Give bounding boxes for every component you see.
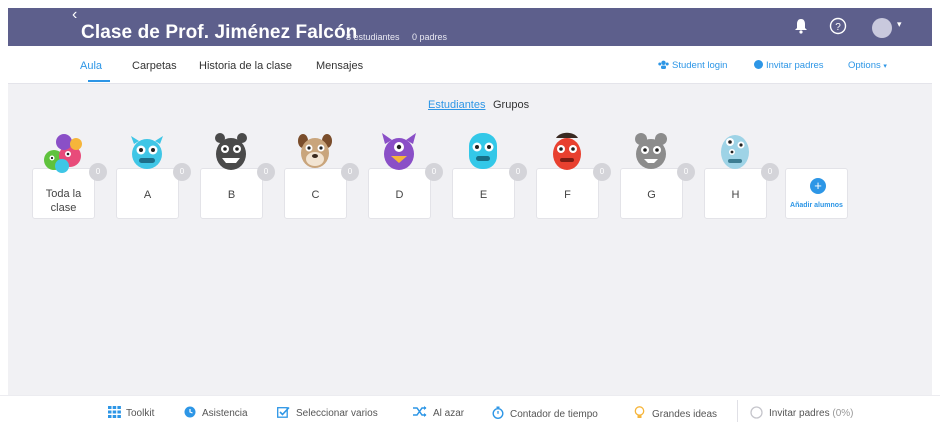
card-name: G — [647, 189, 656, 201]
card-student-c[interactable]: C — [284, 168, 347, 219]
grid-icon — [108, 406, 121, 418]
big-ideas-label: Grandes ideas — [652, 409, 718, 420]
card-student-b[interactable]: B — [200, 168, 263, 219]
card-name: E — [479, 189, 488, 201]
options-menu[interactable]: Options ▾ — [848, 60, 887, 71]
back-icon[interactable]: ‹ — [72, 6, 77, 24]
user-avatar[interactable] — [872, 18, 892, 38]
bottom-toolbar: Toolkit Asistencia Seleccionar varios Al… — [0, 395, 940, 425]
select-multiple-label: Seleccionar varios — [296, 408, 378, 419]
monster-avatar-icon — [553, 132, 581, 170]
tab-mensajes[interactable]: Mensajes — [316, 60, 363, 72]
points-badge: 0 — [173, 163, 191, 181]
students-count: 8 estudiantes — [346, 32, 400, 42]
student-login-label: Student login — [672, 60, 728, 71]
stopwatch-icon — [492, 406, 504, 420]
avatar-caret-icon[interactable]: ▾ — [897, 19, 902, 30]
toolkit-label: Toolkit — [126, 408, 155, 419]
whole-class-avatar-icon — [44, 134, 82, 173]
invite-parents-link[interactable]: Invitar padres — [754, 60, 824, 71]
attendance-button[interactable]: Asistencia — [184, 406, 248, 419]
points-badge: 0 — [509, 163, 527, 181]
student-login-link[interactable]: Student login — [658, 60, 727, 71]
monster-avatar-icon — [469, 133, 497, 169]
lightbulb-icon — [634, 406, 645, 418]
tab-carpetas[interactable]: Carpetas — [132, 60, 177, 72]
toggle-students[interactable]: Estudiantes — [428, 99, 485, 111]
add-students-label: Añadir alumnos — [790, 202, 843, 209]
timer-label: Contador de tiempo — [510, 409, 598, 420]
attendance-icon — [184, 406, 196, 418]
class-header: ‹ Clase de Prof. Jiménez Falcón 8 estudi… — [8, 6, 932, 46]
tab-historia[interactable]: Historia de la clase — [199, 60, 292, 72]
card-name: C — [311, 189, 320, 201]
points-badge: 0 — [425, 163, 443, 181]
points-badge: 0 — [677, 163, 695, 181]
active-tab-indicator — [88, 80, 110, 82]
tab-aula[interactable]: Aula — [80, 60, 102, 72]
invite-percent: (0%) — [832, 408, 854, 419]
students-icon — [658, 60, 669, 69]
checkbox-icon — [277, 406, 290, 418]
monster-avatar-icon — [215, 133, 247, 170]
card-student-h[interactable]: H — [704, 168, 767, 219]
progress-ring-icon — [750, 406, 763, 419]
monster-avatar-icon — [298, 134, 332, 168]
card-student-f[interactable]: F — [536, 168, 599, 219]
toolkit-button[interactable]: Toolkit — [108, 406, 154, 419]
monster-avatar-icon — [382, 133, 416, 170]
points-badge: 0 — [761, 163, 779, 181]
chevron-down-icon: ▾ — [883, 63, 887, 70]
parents-count: 0 padres — [412, 32, 448, 42]
card-name: F — [564, 189, 571, 201]
card-student-a[interactable]: A — [116, 168, 179, 219]
class-nav: Aula Carpetas Historia de la clase Mensa… — [8, 46, 932, 84]
points-badge: 0 — [89, 163, 107, 181]
bell-icon[interactable] — [794, 18, 808, 34]
card-student-e[interactable]: E — [452, 168, 515, 219]
invite-parents-progress[interactable]: Invitar padres (0%) — [750, 406, 854, 419]
help-icon[interactable]: ? — [829, 17, 847, 35]
big-ideas-button[interactable]: Grandes ideas — [634, 406, 717, 420]
toolbar-divider — [737, 400, 738, 422]
plus-icon: + — [810, 178, 826, 194]
points-badge: 0 — [593, 163, 611, 181]
points-badge: 0 — [341, 163, 359, 181]
monster-avatar-icon — [131, 136, 163, 169]
card-name: B — [227, 189, 236, 201]
monster-avatar-icon — [721, 135, 749, 169]
card-student-d[interactable]: D — [368, 168, 431, 219]
card-name: D — [395, 189, 404, 201]
svg-text:?: ? — [835, 22, 841, 33]
toggle-groups[interactable]: Grupos — [493, 99, 529, 111]
random-label: Al azar — [433, 408, 465, 419]
add-students-button[interactable]: + Añadir alumnos — [785, 168, 848, 219]
points-badge: 0 — [257, 163, 275, 181]
random-button[interactable]: Al azar — [413, 406, 464, 419]
card-student-g[interactable]: G — [620, 168, 683, 219]
card-name: H — [731, 189, 740, 201]
invite-parents-label: Invitar padres — [766, 60, 824, 71]
select-multiple-button[interactable]: Seleccionar varios — [277, 406, 378, 419]
monster-avatar-icon — [635, 133, 667, 169]
options-label: Options — [848, 60, 881, 71]
classroom-app: ‹ Clase de Prof. Jiménez Falcón 8 estudi… — [0, 0, 940, 425]
invite-icon — [754, 60, 763, 69]
invite-parents-footer-label: Invitar padres — [769, 408, 830, 419]
timer-button[interactable]: Contador de tiempo — [492, 406, 598, 420]
shuffle-icon — [413, 406, 427, 417]
card-name: Toda la clase — [45, 188, 82, 214]
card-name: A — [143, 189, 152, 201]
class-title: Clase de Prof. Jiménez Falcón — [81, 22, 358, 43]
attendance-label: Asistencia — [202, 408, 248, 419]
students-board: Estudiantes Grupos Toda la clase 0 A 0 B… — [8, 84, 932, 395]
